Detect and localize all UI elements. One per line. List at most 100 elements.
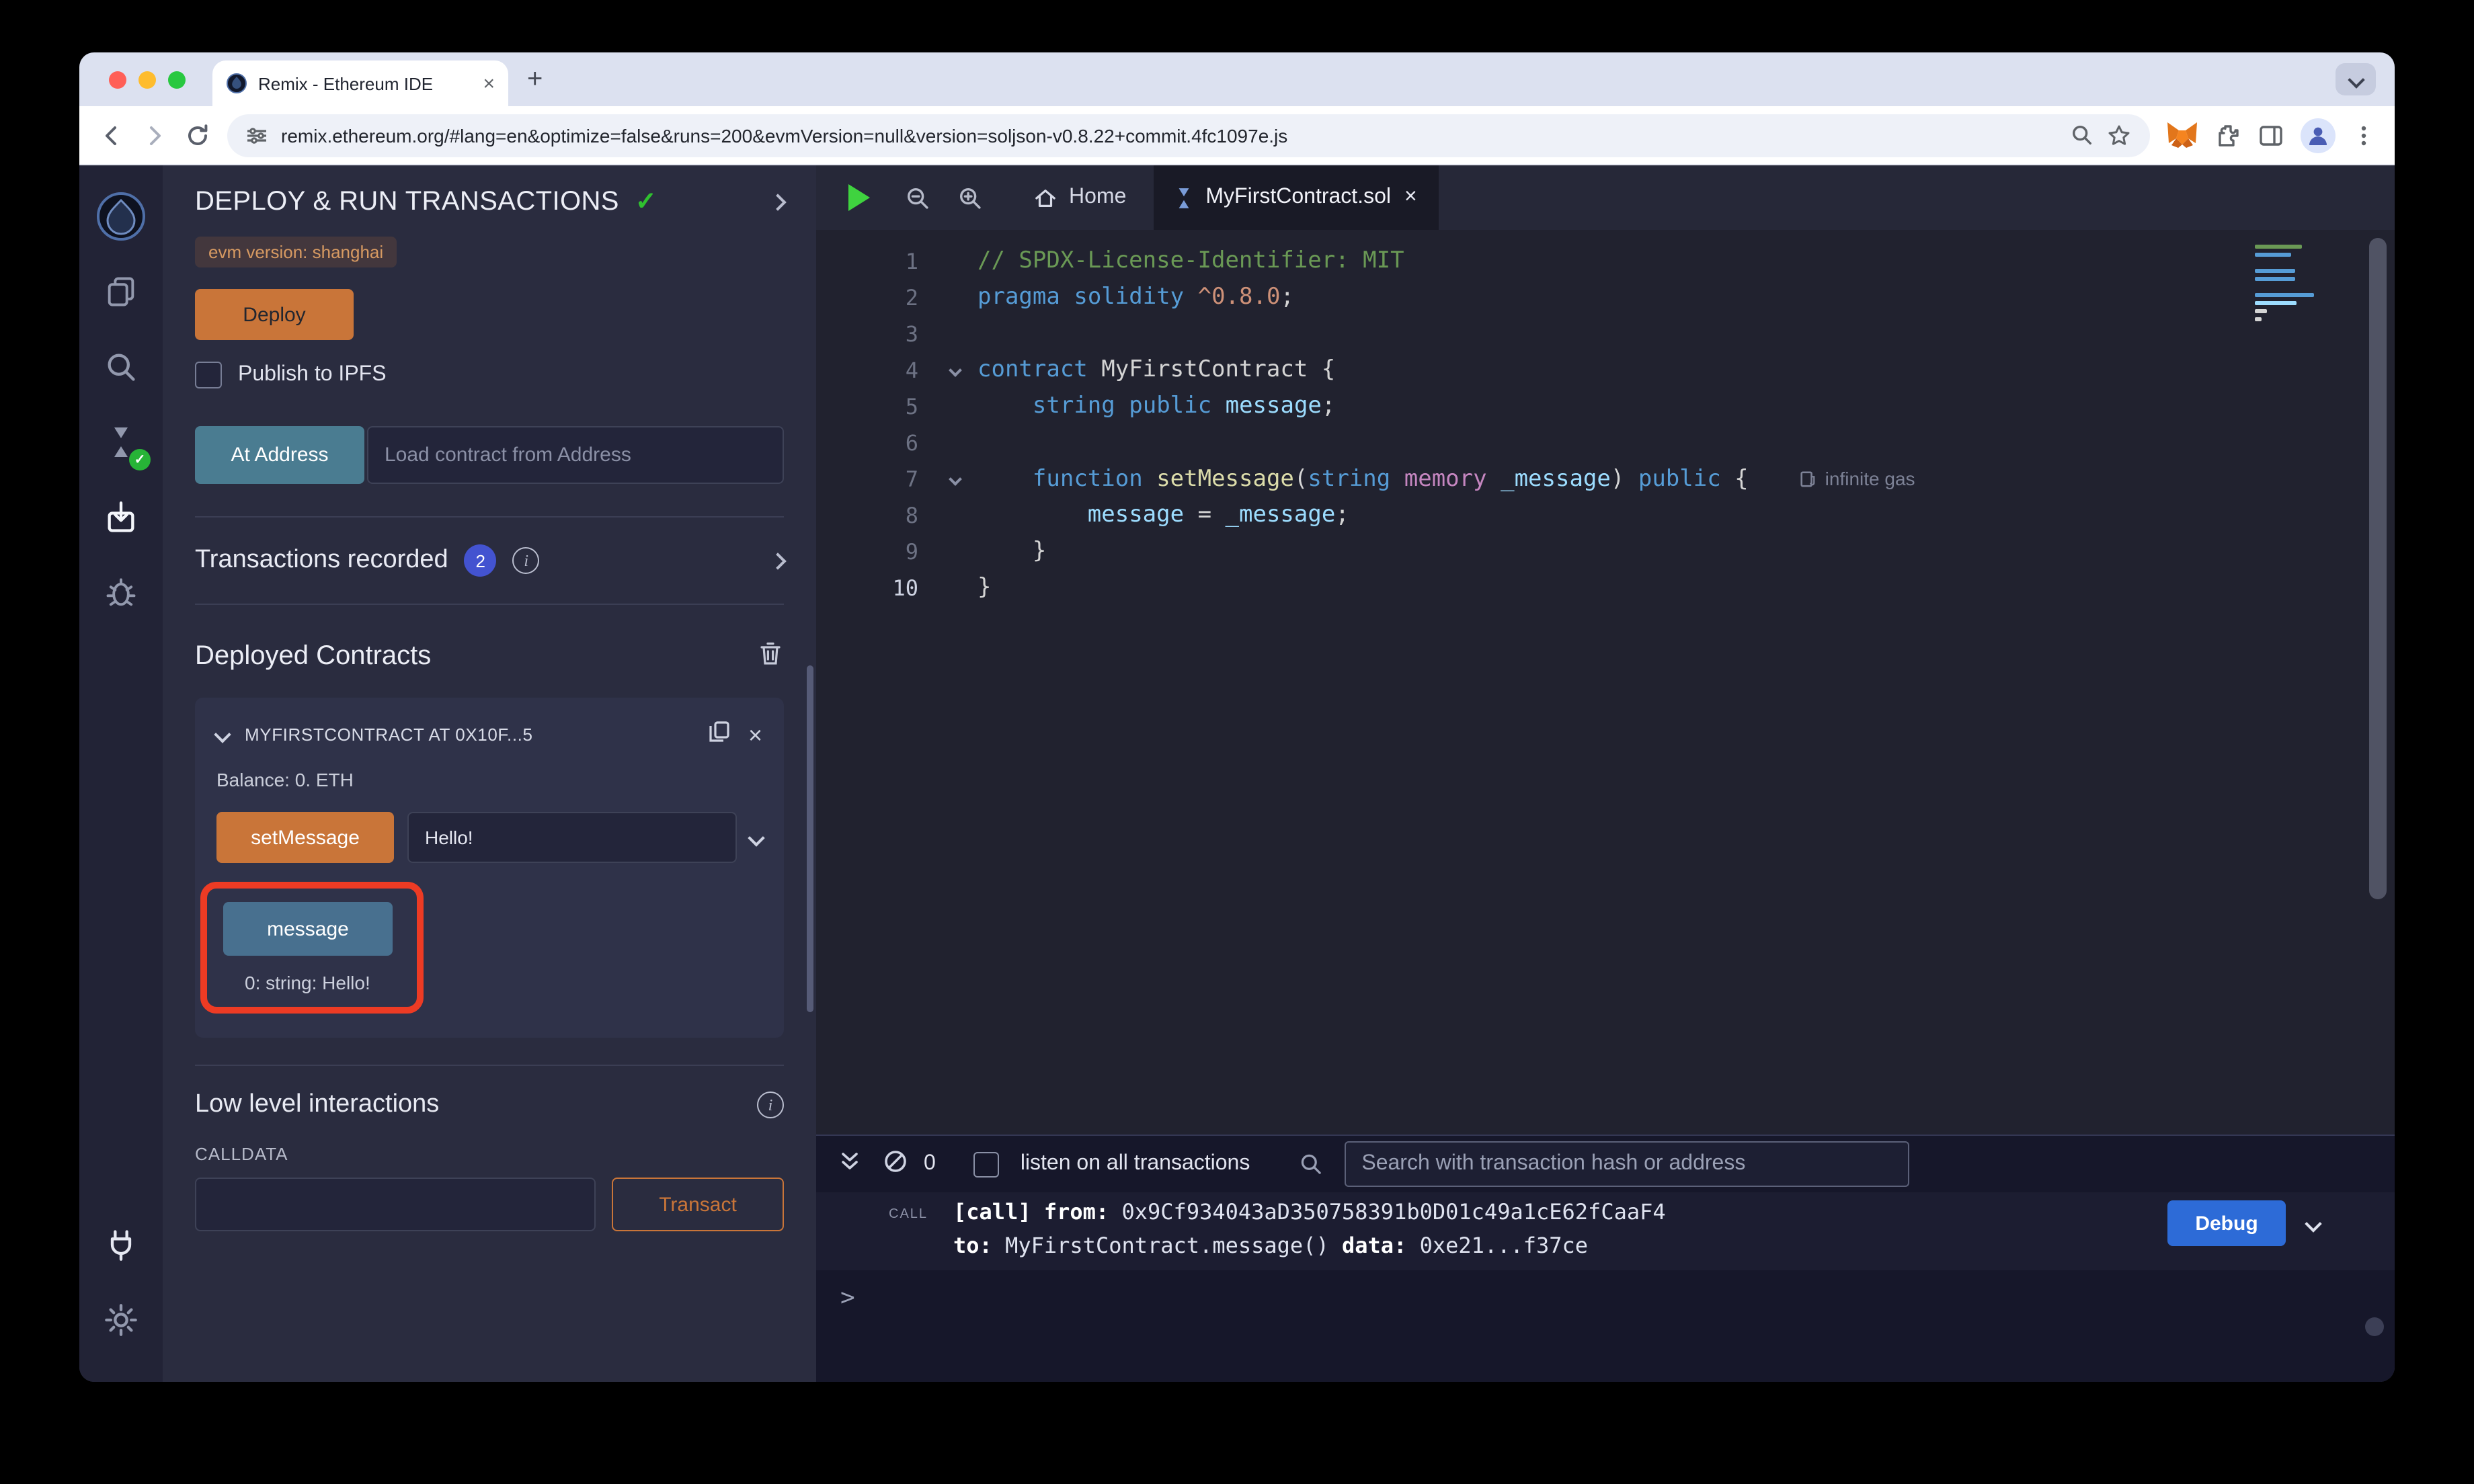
contract-title: MYFIRSTCONTRACT AT 0X10F...5 xyxy=(245,725,692,745)
terminal-prompt[interactable]: > xyxy=(816,1270,2395,1312)
editor-scrollbar[interactable] xyxy=(2369,238,2387,899)
at-address-button[interactable]: At Address xyxy=(195,426,364,484)
code-line: 10} xyxy=(816,570,2395,606)
log-expand-chevron-icon[interactable] xyxy=(2305,1214,2321,1231)
tab-title: Remix - Ethereum IDE xyxy=(258,73,472,93)
remix-app: ✓ DEPLOY & RUN TRANSACTIO xyxy=(79,165,2395,1382)
tab-close-icon[interactable]: × xyxy=(483,73,495,93)
panel-title: DEPLOY & RUN TRANSACTIONS xyxy=(195,187,619,218)
success-check-icon: ✓ xyxy=(635,187,657,218)
terminal-search-input[interactable]: Search with transaction hash or address xyxy=(1344,1141,1909,1187)
transactions-info-icon[interactable]: i xyxy=(513,547,540,574)
window-zoom-button[interactable] xyxy=(168,71,186,88)
deploy-button[interactable]: Deploy xyxy=(195,289,354,340)
code-line: 5 string public message; xyxy=(816,388,2395,425)
terminal-search-icon xyxy=(1298,1152,1322,1176)
address-bar[interactable]: remix.ethereum.org/#lang=en&optimize=fal… xyxy=(227,114,2150,157)
tab-search-button[interactable] xyxy=(2336,63,2376,95)
trash-icon[interactable] xyxy=(757,640,784,673)
reload-icon[interactable] xyxy=(184,122,211,149)
search-icon[interactable] xyxy=(79,329,163,405)
solidity-file-icon xyxy=(1174,186,1192,209)
contract-balance: Balance: 0. ETH xyxy=(216,769,762,790)
browser-tab-strip: Remix - Ethereum IDE × + xyxy=(79,52,2395,106)
deploy-run-icon[interactable] xyxy=(79,480,163,555)
browser-toolbar: remix.ethereum.org/#lang=en&optimize=fal… xyxy=(79,106,2395,165)
url-text[interactable]: remix.ethereum.org/#lang=en&optimize=fal… xyxy=(281,124,2057,146)
browser-menu-kebab-icon[interactable] xyxy=(2352,123,2376,147)
gas-estimate-annotation: infinite gas xyxy=(1800,461,1915,497)
run-script-play-icon[interactable] xyxy=(848,184,870,211)
window-close-button[interactable] xyxy=(109,71,126,88)
log-text: [call] from: 0x9Cf934043aD350758391b0D01… xyxy=(953,1195,1666,1262)
compile-success-check-icon: ✓ xyxy=(129,449,151,470)
zoom-out-icon[interactable] xyxy=(905,185,930,210)
zoom-in-icon[interactable] xyxy=(957,185,983,210)
forward-icon[interactable] xyxy=(141,122,168,149)
setmessage-button[interactable]: setMessage xyxy=(216,812,394,863)
transactions-recorded-label: Transactions recorded xyxy=(195,546,448,575)
deployed-contracts-title: Deployed Contracts xyxy=(195,641,757,672)
profile-avatar[interactable] xyxy=(2301,118,2336,153)
remix-favicon-icon xyxy=(226,73,247,94)
browser-tab[interactable]: Remix - Ethereum IDE × xyxy=(212,60,508,106)
remix-logo-icon[interactable] xyxy=(79,179,163,254)
listen-all-checkbox[interactable] xyxy=(973,1151,999,1177)
transact-button[interactable]: Transact xyxy=(612,1178,784,1231)
code-line: 8 message = _message; xyxy=(816,497,2395,534)
new-tab-button[interactable]: + xyxy=(527,64,543,95)
tab-home[interactable]: Home xyxy=(1018,165,1142,230)
bookmark-star-icon[interactable] xyxy=(2107,123,2131,147)
terminal-scroll-handle[interactable] xyxy=(2365,1317,2384,1336)
metamask-icon[interactable] xyxy=(2166,120,2198,150)
deployed-contract-card: MYFIRSTCONTRACT AT 0X10F...5 × Balance: … xyxy=(195,698,784,1038)
call-badge: CALL xyxy=(889,1195,953,1262)
plugin-manager-icon[interactable] xyxy=(79,1207,163,1282)
publish-ipfs-checkbox[interactable] xyxy=(195,362,222,388)
side-panel-icon[interactable] xyxy=(2258,122,2284,149)
calldata-input[interactable] xyxy=(195,1178,596,1231)
terminal-toolbar: 0 listen on all transactions Search with… xyxy=(816,1136,2395,1192)
listen-all-label: listen on all transactions xyxy=(1021,1152,1250,1176)
back-icon[interactable] xyxy=(98,122,125,149)
window-minimize-button[interactable] xyxy=(138,71,156,88)
settings-gear-icon[interactable] xyxy=(79,1282,163,1358)
tab-close-icon[interactable]: × xyxy=(1404,187,1417,208)
tab-myfirstcontract[interactable]: MyFirstContract.sol × xyxy=(1153,165,1438,230)
message-output: 0: string: Hello! xyxy=(223,972,393,993)
debug-button[interactable]: Debug xyxy=(2167,1200,2286,1246)
at-address-input[interactable]: Load contract from Address xyxy=(367,426,784,484)
zoom-icon[interactable] xyxy=(2071,124,2093,147)
transactions-count-badge: 2 xyxy=(465,544,497,577)
panel-expand-chevron-icon[interactable] xyxy=(769,194,786,210)
editor-area: Home MyFirstContract.sol × 1// SPDX-Lice… xyxy=(816,165,2395,1382)
contract-close-icon[interactable]: × xyxy=(748,723,762,747)
solidity-compiler-icon[interactable]: ✓ xyxy=(79,405,163,480)
evm-version-badge: evm version: shanghai xyxy=(195,237,397,267)
calldata-label: CALLDATA xyxy=(195,1144,784,1164)
code-line: 3 xyxy=(816,316,2395,352)
message-button[interactable]: message xyxy=(223,902,393,956)
transactions-expand-chevron-icon[interactable] xyxy=(769,552,786,569)
site-settings-icon[interactable] xyxy=(246,124,268,146)
low-level-info-icon[interactable]: i xyxy=(757,1091,784,1118)
code-editor[interactable]: 1// SPDX-License-Identifier: MIT2pragma … xyxy=(816,230,2395,1135)
code-line: 2pragma solidity ^0.8.0; xyxy=(816,280,2395,316)
collapse-terminal-icon[interactable] xyxy=(838,1149,862,1180)
publish-ipfs-label: Publish to IPFS xyxy=(238,363,387,387)
terminal-log-row[interactable]: CALL [call] from: 0x9Cf934043aD350758391… xyxy=(816,1192,2395,1270)
panel-scrollbar[interactable] xyxy=(807,665,813,1012)
contract-collapse-chevron-icon[interactable] xyxy=(214,726,231,743)
extensions-puzzle-icon[interactable] xyxy=(2214,122,2241,149)
code-line: 6 xyxy=(816,425,2395,461)
setmessage-expand-chevron-icon[interactable] xyxy=(748,829,764,846)
editor-minimap[interactable] xyxy=(2255,241,2317,325)
debugger-icon[interactable] xyxy=(79,555,163,630)
code-line: 9 } xyxy=(816,534,2395,570)
setmessage-input[interactable]: Hello! xyxy=(407,812,737,863)
file-explorer-icon[interactable] xyxy=(79,254,163,329)
code-line: 1// SPDX-License-Identifier: MIT xyxy=(816,243,2395,280)
low-level-title: Low level interactions xyxy=(195,1090,757,1120)
copy-address-icon[interactable] xyxy=(708,719,732,750)
pending-transactions-count: 0 xyxy=(924,1152,936,1176)
